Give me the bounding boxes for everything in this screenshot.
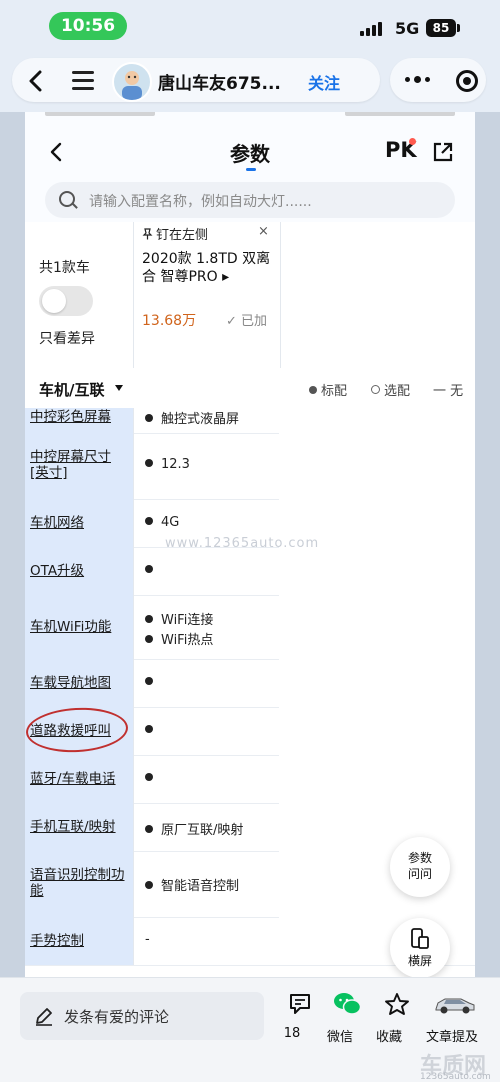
- wechat-share-button[interactable]: 微信: [312, 992, 368, 1045]
- status-bar: 10:56 5G 85: [0, 0, 500, 52]
- comment-input[interactable]: 发条有爱的评论: [20, 992, 264, 1040]
- empty-dot-icon: [371, 385, 380, 394]
- row-label[interactable]: 语音识别控制功能: [30, 867, 127, 899]
- chevron-down-icon[interactable]: [115, 385, 123, 391]
- car-thumbnail-icon: [435, 998, 475, 1014]
- row-value: 12.3: [145, 457, 190, 472]
- row-value: [145, 675, 161, 690]
- avatar[interactable]: [112, 62, 152, 102]
- row-label[interactable]: 车机网络: [30, 515, 127, 531]
- favorite-label: 收藏: [375, 1030, 402, 1045]
- diff-toggle[interactable]: [39, 286, 93, 316]
- row-value: 4G: [145, 515, 179, 530]
- comment-placeholder: 发条有爱的评论: [64, 1008, 170, 1026]
- ask-params-label-1: 参数: [407, 851, 432, 865]
- bottom-bar: 发条有爱的评论 18 微信 收藏 文章提及 车质网 12365auto.com: [0, 977, 500, 1082]
- table-row: OTA升级: [25, 547, 475, 596]
- car-model-name[interactable]: 2020款 1.8TD 双离 合 智尊PRO ▸: [142, 250, 276, 286]
- row-label[interactable]: OTA升级: [30, 563, 127, 579]
- favorite-button[interactable]: 收藏: [361, 992, 417, 1045]
- row-value: 智能语音控制: [145, 875, 239, 894]
- row-value: [145, 723, 161, 738]
- diff-label: 只看差异: [39, 331, 95, 347]
- added-badge[interactable]: ✓ 已加: [226, 310, 267, 329]
- row-value: WiFi热点: [145, 629, 213, 648]
- row-label[interactable]: 车载导航地图: [30, 675, 127, 691]
- search-icon: [59, 191, 75, 207]
- row-label[interactable]: 手势控制: [30, 933, 127, 949]
- legend-optional: 选配: [371, 380, 410, 399]
- car-header: 共1款车 只看差异 钉在左侧 × 2020款 1.8TD 双离 合 智尊PRO …: [25, 222, 475, 369]
- row-label[interactable]: 蓝牙/车载电话: [30, 771, 127, 787]
- row-value: 原厂互联/映射: [145, 819, 243, 838]
- wechat-label: 微信: [326, 1030, 353, 1045]
- close-miniprogram-icon[interactable]: [456, 70, 478, 92]
- mentioned-car-label: 文章提及: [425, 1030, 478, 1045]
- pin-label: 钉在左侧: [156, 228, 209, 243]
- legend-standard: 标配: [309, 380, 347, 399]
- param-panel: 参数 PK 请输入配置名称，例如自动大灯...... 共1款车 只看差异 钉在左…: [25, 112, 475, 977]
- comment-icon: [290, 994, 310, 1014]
- car-column: 钉在左侧 × 2020款 1.8TD 双离 合 智尊PRO ▸ 13.68万 ✓…: [133, 222, 281, 368]
- row-value: WiFi连接: [145, 609, 213, 628]
- close-icon[interactable]: ×: [258, 224, 269, 239]
- car-count: 共1款车: [39, 260, 90, 276]
- filled-dot-icon: [309, 386, 317, 394]
- account-name[interactable]: 唐山车友675...: [158, 69, 281, 94]
- row-label[interactable]: 中控屏幕尺寸[英寸]: [30, 449, 127, 481]
- ask-params-button[interactable]: 参数 问问: [390, 837, 450, 897]
- landscape-button[interactable]: 横屏: [390, 918, 450, 977]
- back-icon[interactable]: [28, 70, 42, 96]
- scrolled-text-remnant: [45, 112, 465, 118]
- row-label[interactable]: 手机互联/映射: [30, 819, 127, 835]
- table-row: 蓝牙/车载电话: [25, 755, 475, 804]
- star-icon: [384, 993, 409, 1015]
- row-value: [145, 771, 161, 786]
- table-row: 车载导航地图: [25, 659, 475, 708]
- status-time: 10:56: [49, 12, 127, 40]
- section-header: 车机/互联 标配 选配 一 无: [25, 368, 475, 408]
- wechat-icon: [334, 993, 362, 1015]
- rotate-icon: [411, 928, 429, 949]
- landscape-label: 横屏: [407, 954, 432, 968]
- legend-standard-label: 标配: [321, 384, 348, 399]
- section-title[interactable]: 车机/互联: [39, 379, 104, 400]
- top-nav: 唐山车友675... 关注: [0, 52, 500, 112]
- share-icon[interactable]: [432, 141, 454, 167]
- pin-icon: [142, 228, 153, 240]
- table-row: 车机WiFi功能 WiFi连接 WiFi热点: [25, 595, 475, 660]
- watermark-text: www.12365auto.com: [165, 536, 320, 551]
- pencil-icon: [36, 1008, 52, 1026]
- row-value: -: [145, 932, 150, 947]
- row-value: 触控式液晶屏: [145, 408, 239, 427]
- legend-none: 一 无: [433, 384, 464, 399]
- search-placeholder: 请输入配置名称，例如自动大灯......: [89, 194, 312, 210]
- battery-icon: 85: [426, 19, 456, 37]
- mentioned-car-button[interactable]: 文章提及: [424, 992, 480, 1045]
- pk-notification-dot: [409, 138, 416, 145]
- menu-icon[interactable]: [72, 71, 94, 95]
- network-label: 5G: [395, 19, 420, 38]
- battery-tip: [457, 24, 460, 32]
- follow-button[interactable]: 关注: [308, 70, 340, 94]
- signal-icon: [360, 22, 382, 36]
- row-label[interactable]: 中控彩色屏幕: [30, 409, 127, 425]
- title-underline: [246, 168, 256, 171]
- model-line-1: 2020款 1.8TD 双离: [142, 251, 271, 267]
- car-price: 13.68万: [142, 313, 197, 329]
- more-icon[interactable]: [405, 76, 430, 83]
- model-line-2: 合 智尊PRO ▸: [142, 269, 230, 285]
- row-value: [145, 563, 161, 578]
- table-row: 中控屏幕尺寸[英寸] 12.3: [25, 433, 475, 500]
- ask-params-label-2: 问问: [407, 867, 432, 881]
- row-label[interactable]: 车机WiFi功能: [30, 619, 127, 635]
- table-row: 中控彩色屏幕 触控式液晶屏: [25, 408, 475, 434]
- pin-left-button[interactable]: 钉在左侧: [142, 224, 208, 243]
- search-bar[interactable]: 请输入配置名称，例如自动大灯......: [45, 182, 455, 218]
- legend-optional-label: 选配: [384, 384, 411, 399]
